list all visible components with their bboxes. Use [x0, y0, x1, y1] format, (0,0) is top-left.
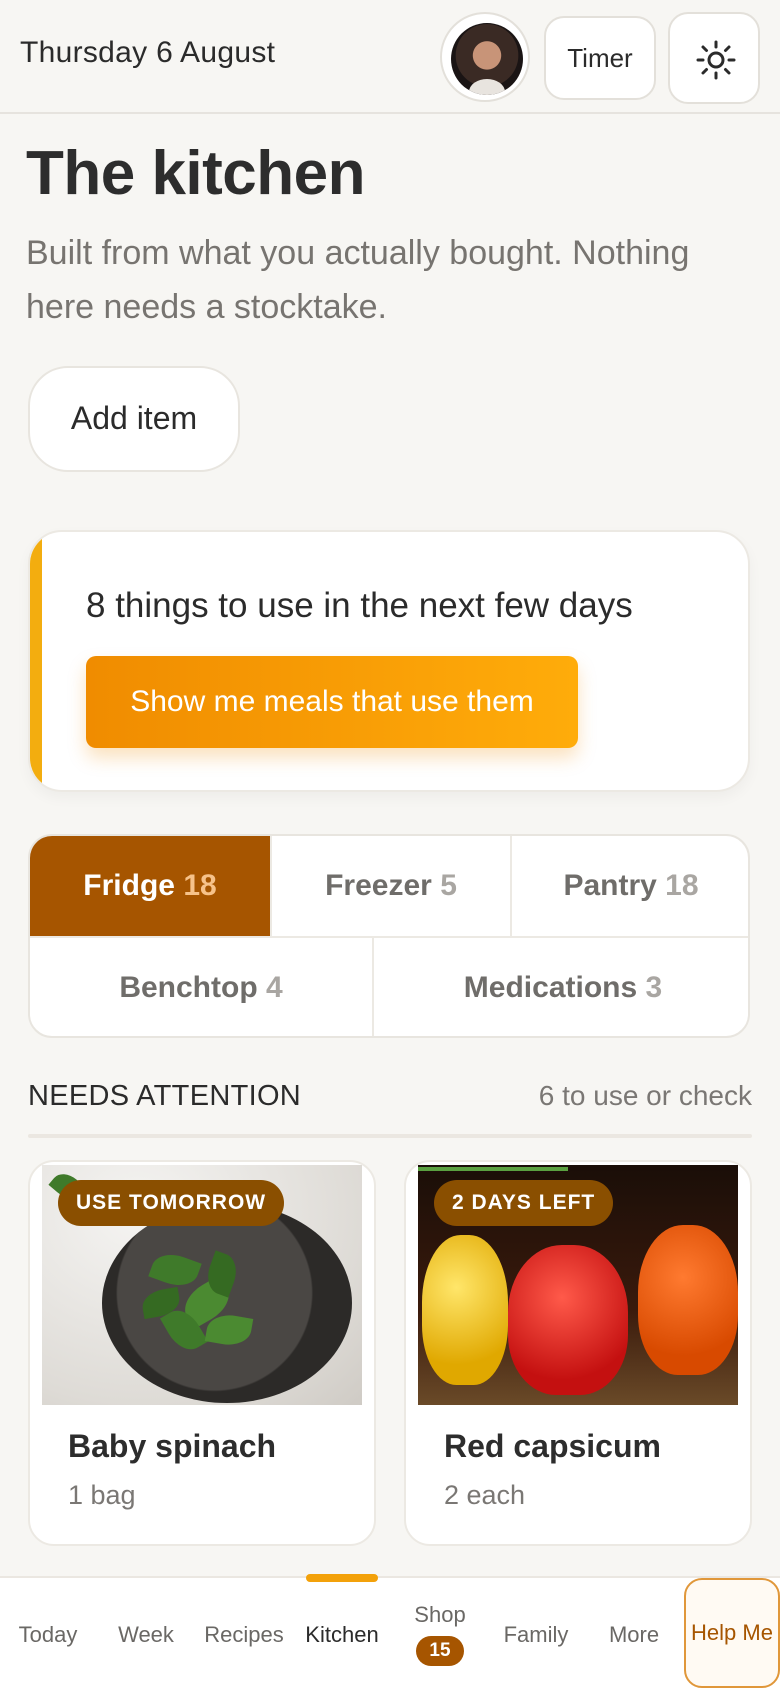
section-meta: 6 to use or check [538, 1080, 752, 1111]
bottom-navigation: Today Week Recipes Kitchen Shop 15 Famil… [0, 1574, 780, 1688]
nav-item-week[interactable]: Week [98, 1578, 194, 1688]
current-date: Thursday 6 August [20, 36, 276, 69]
tab-label: Medications [463, 971, 638, 1004]
timer-button[interactable]: Timer [544, 16, 656, 100]
food-name: Red capsicum [444, 1428, 661, 1464]
tab-label: Fridge [83, 869, 175, 902]
nav-label: Shop [414, 1602, 466, 1627]
tab-freezer[interactable]: Freezer 5 [270, 836, 510, 936]
nav-label: Recipes [204, 1622, 284, 1647]
use-soon-card: 8 things to use in the next few days Sho… [28, 530, 750, 792]
nav-item-family[interactable]: Family [488, 1578, 584, 1688]
tab-label: Freezer [325, 869, 432, 902]
nav-label: Week [118, 1622, 174, 1647]
card-accent-bar [30, 532, 42, 790]
nav-item-shop[interactable]: Shop 15 [392, 1578, 488, 1688]
location-tabs: Fridge 18 Freezer 5 Pantry 18 Benchtop 4… [28, 834, 750, 1038]
expiry-badge: USE TOMORROW [58, 1180, 285, 1226]
page-subtitle: Built from what you actually bought. Not… [26, 234, 690, 326]
top-bar: Thursday 6 August Timer [0, 0, 780, 114]
theme-toggle-button[interactable] [668, 12, 760, 104]
nav-label: More [608, 1622, 660, 1647]
food-card-red-capsicum[interactable]: 2 DAYS LEFT Red capsicum 2 each [404, 1160, 752, 1546]
expiry-badge: 2 DAYS LEFT [434, 1180, 614, 1226]
tab-benchtop[interactable]: Benchtop 4 [30, 936, 372, 1036]
nav-item-recipes[interactable]: Recipes [196, 1578, 292, 1688]
active-indicator [306, 1574, 378, 1582]
tab-fridge[interactable]: Fridge 18 [30, 836, 270, 936]
page-title: The kitchen [26, 139, 366, 208]
show-meals-button[interactable]: Show me meals that use them [86, 656, 578, 748]
nav-label: Today [18, 1622, 78, 1647]
use-soon-heading: 8 things to use in the next few days [86, 586, 633, 625]
add-item-button[interactable]: Add item [28, 366, 240, 472]
tab-count: 3 [645, 971, 663, 1004]
nav-item-more[interactable]: More [586, 1578, 682, 1688]
nav-item-today[interactable]: Today [0, 1578, 96, 1688]
nav-label: Family [503, 1622, 569, 1647]
section-divider [28, 1134, 752, 1138]
tab-count: 18 [183, 869, 217, 902]
tab-count: 4 [265, 971, 283, 1004]
nav-label: Kitchen [305, 1622, 379, 1647]
tab-label: Pantry [563, 869, 657, 902]
tab-count: 5 [440, 869, 457, 902]
food-quantity: 1 bag [68, 1480, 136, 1510]
section-heading: NEEDS ATTENTION [28, 1080, 302, 1112]
shop-count-badge: 15 [416, 1636, 464, 1666]
food-name: Baby spinach [68, 1428, 277, 1464]
sun-icon [696, 40, 736, 80]
tab-pantry[interactable]: Pantry 18 [510, 836, 748, 936]
tab-count: 18 [665, 869, 699, 902]
profile-button[interactable] [440, 12, 530, 102]
nav-item-kitchen[interactable]: Kitchen [294, 1574, 390, 1688]
help-me-button[interactable]: Help Me [684, 1578, 780, 1688]
tab-medications[interactable]: Medications 3 [372, 936, 748, 1036]
tab-label: Benchtop [119, 971, 258, 1004]
food-quantity: 2 each [444, 1480, 526, 1510]
user-avatar [451, 23, 523, 95]
food-card-baby-spinach[interactable]: USE TOMORROW Baby spinach 1 bag [28, 1160, 376, 1546]
